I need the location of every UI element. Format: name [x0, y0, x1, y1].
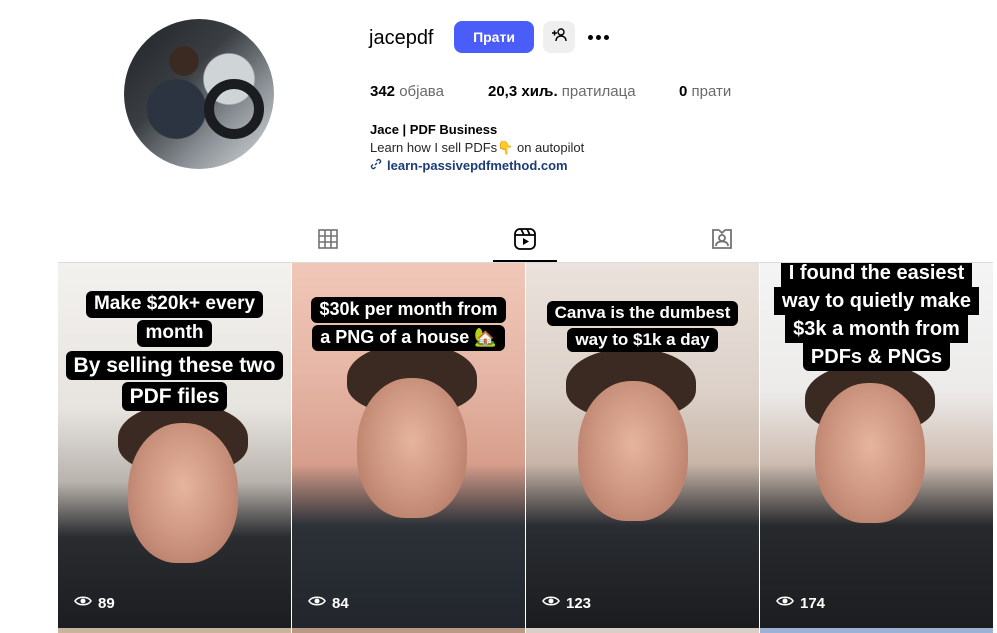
caption-line: Make $20k+ every	[85, 291, 264, 318]
eye-icon	[776, 594, 794, 612]
reel-caption-top: I found the easiest way to quietly make …	[760, 263, 993, 371]
add-person-icon	[551, 27, 567, 48]
dot-icon	[587, 34, 593, 40]
next-row-thumbnail[interactable]	[292, 628, 525, 633]
tab-tagged[interactable]	[709, 228, 735, 254]
dot-icon	[595, 34, 601, 40]
view-count: 84	[308, 594, 349, 612]
view-count: 89	[74, 594, 115, 612]
reel-thumbnail-face	[578, 381, 688, 521]
caption-line: Canva is the dumbest	[546, 301, 739, 326]
more-options-button[interactable]	[584, 26, 612, 48]
next-row-thumbnail[interactable]	[58, 628, 291, 633]
view-count-value: 84	[332, 594, 349, 612]
bio-link-text: learn-passivepdfmethod.com	[387, 158, 568, 173]
reels-icon	[513, 227, 537, 256]
followers-label: пратилаца	[561, 83, 636, 100]
eye-icon	[74, 594, 92, 612]
posts-count: 342	[370, 83, 396, 100]
reel-tile[interactable]: Canva is the dumbest way to $1k a day 12…	[526, 263, 759, 628]
caption-line: month	[137, 319, 212, 347]
next-row-thumbnail[interactable]	[526, 628, 759, 633]
eye-icon	[308, 594, 326, 612]
link-icon	[370, 158, 382, 173]
profile-avatar[interactable]	[124, 19, 274, 169]
reel-caption-bottom: By selling these two PDF files	[58, 351, 291, 413]
avatar-photo-steering-wheel	[204, 79, 264, 139]
bio-name: Jace | PDF Business	[370, 122, 498, 137]
reel-caption-top: Canva is the dumbest way to $1k a day	[526, 301, 759, 354]
view-count-value: 89	[98, 594, 115, 612]
posts-label: објава	[399, 83, 444, 100]
following-label: прати	[691, 83, 732, 100]
view-count: 174	[776, 594, 825, 612]
reel-thumbnail-face	[357, 378, 467, 518]
dot-icon	[603, 34, 609, 40]
reel-thumbnail-face	[128, 423, 238, 563]
view-count-value: 174	[800, 594, 826, 612]
caption-line: By selling these two	[65, 351, 284, 381]
eye-icon	[542, 594, 560, 612]
following-count: 0	[679, 83, 688, 100]
reel-caption-top: Make $20k+ every month	[58, 291, 291, 349]
caption-line: $30k per month from	[311, 297, 506, 323]
reel-caption-top: $30k per month from a PNG of a house 🏡	[292, 297, 525, 353]
reel-tile[interactable]: Make $20k+ every month By selling these …	[58, 263, 291, 628]
caption-line: I found the easiest	[780, 263, 973, 287]
view-count: 123	[542, 594, 591, 612]
tab-posts[interactable]	[315, 228, 341, 254]
stat-following[interactable]: 0 прати	[679, 83, 731, 100]
tagged-icon	[710, 227, 734, 256]
next-row-thumbnail[interactable]	[760, 628, 993, 633]
reel-thumbnail-face	[815, 383, 925, 523]
profile-username: jacepdf	[369, 27, 434, 49]
bio-text: Learn how I sell PDFs👇 on autopilot	[370, 140, 585, 155]
caption-line: PDF files	[121, 382, 228, 412]
reel-tile[interactable]: I found the easiest way to quietly make …	[760, 263, 993, 628]
grid-icon	[317, 228, 339, 255]
caption-line: a PNG of a house 🏡	[312, 324, 505, 351]
reel-tile[interactable]: $30k per month from a PNG of a house 🏡 8…	[292, 263, 525, 628]
suggested-accounts-button[interactable]	[543, 21, 575, 53]
view-count-value: 123	[566, 594, 592, 612]
followers-count: 20,3 хиљ.	[488, 83, 558, 100]
follow-button[interactable]: Прати	[454, 21, 534, 53]
stat-posts: 342 објава	[370, 83, 444, 100]
caption-line: way to quietly make	[774, 287, 979, 315]
bio-link[interactable]: learn-passivepdfmethod.com	[370, 158, 568, 173]
tab-reels[interactable]	[512, 227, 538, 256]
caption-line: way to $1k a day	[567, 327, 718, 353]
stat-followers[interactable]: 20,3 хиљ. пратилаца	[488, 83, 636, 100]
active-tab-indicator	[493, 260, 557, 262]
caption-line: PDFs & PNGs	[802, 343, 951, 371]
caption-line: $3k a month from	[785, 315, 968, 343]
